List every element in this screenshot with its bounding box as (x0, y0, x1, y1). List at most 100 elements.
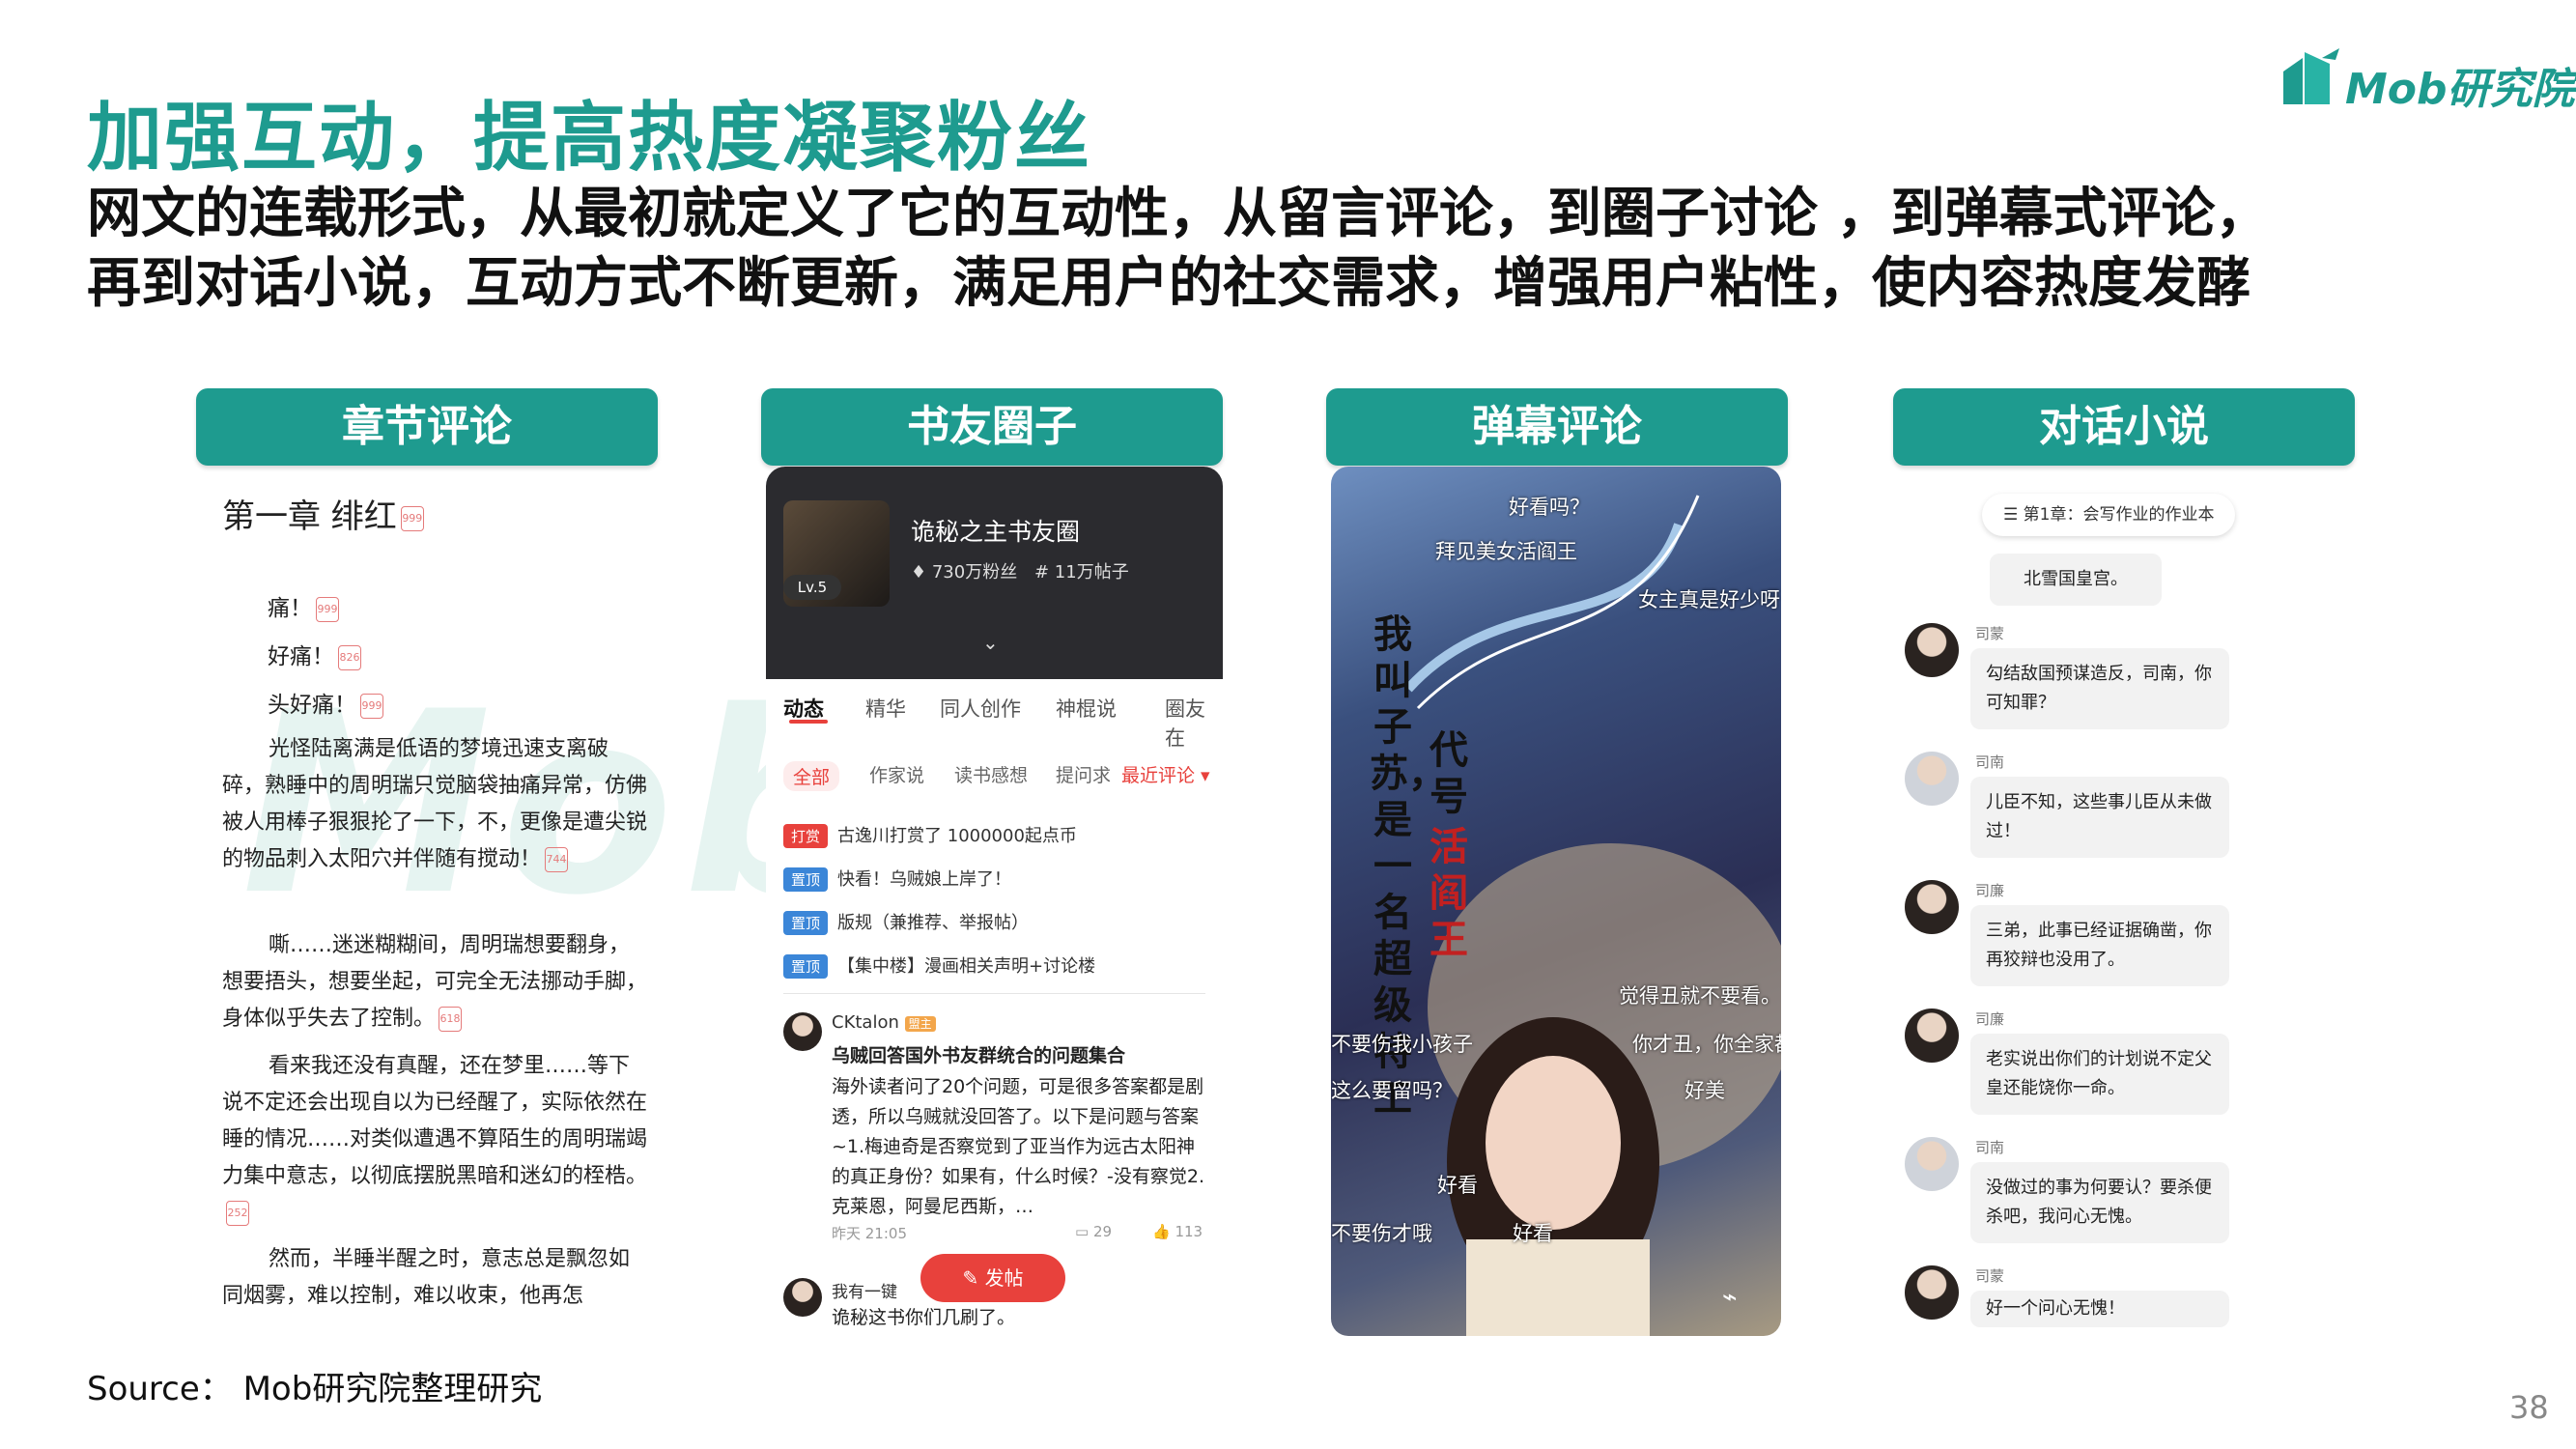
speaker-name: 司蒙 (1975, 625, 2005, 642)
comment-count-badge[interactable]: 618 (439, 1007, 463, 1032)
tab-fan-creation[interactable]: 同人创作 (940, 694, 1021, 723)
card-chapter-comments: 章节评论 (196, 388, 658, 466)
pinned-item[interactable]: 置顶 快看！乌贼娘上岸了！ (783, 866, 1011, 892)
speaker-name: 司南 (1975, 753, 2005, 771)
chevron-down-icon[interactable]: ⌄ (982, 631, 999, 654)
avatar[interactable] (1905, 1265, 1959, 1320)
mob-logo: Mob研究院 (2279, 46, 2575, 114)
pinned-item[interactable]: 打赏 古逸川打赏了 1000000起点币 (783, 822, 1077, 848)
filter-questions[interactable]: 提问求 (1056, 761, 1111, 787)
slide-subtitle: 网文的连载形式，从最初就定义了它的互动性，从留言评论，到圈子讨论 ，到弹幕式评论… (87, 180, 2482, 319)
danmaku-comment: 你才丑，你全家都 (1632, 1033, 1781, 1056)
danmaku-comment: 不要伤我小孩子 (1331, 1033, 1473, 1056)
danmaku-toggle-icon[interactable]: ⌁ (1722, 1283, 1738, 1312)
post-time: 昨天 21:05 (832, 1225, 907, 1242)
tab-dynamic[interactable]: 动态 (783, 694, 824, 723)
danmaku-comment: 好美 (1684, 1079, 1725, 1102)
danmaku-comment: 女主真是好少呀 (1638, 588, 1780, 611)
text-line: 好痛！ 826 (268, 644, 361, 670)
chat-bubble: 儿臣不知，这些事儿臣从未做过！ (1970, 777, 2229, 858)
avatar[interactable] (1905, 1009, 1959, 1063)
paragraph: 然而，半睡半醒之时，意志总是飘忽如同烟雾，难以控制，难以收束，他再怎 (222, 1247, 631, 1308)
speaker-name: 司蒙 (1975, 1267, 2005, 1285)
pencil-icon: ✎ (962, 1266, 985, 1290)
danmaku-comment: 拜见美女活阎王 (1435, 540, 1577, 563)
chat-bubble: 三弟，此事已经证据确凿，你再狡辩也没用了。 (1970, 905, 2229, 986)
card-chat-novel: 对话小说 (1893, 388, 2355, 466)
post-body: 海外读者问了20个问题，可是很多答案都是剧透，所以乌贼就没回答了。以下是问题与答… (832, 1076, 1204, 1217)
chapter-comment-screen: 第一章 绯红 999 痛！ 999 好痛！ 826 头好痛！ 999 光怪陆离满是低语的… (198, 478, 647, 1319)
comment-button[interactable]: ▭ 29 (1075, 1223, 1112, 1240)
tab-featured[interactable]: 精华 (865, 694, 906, 723)
page-number: 38 (2509, 1389, 2549, 1426)
chat-bubble: 好一个问心无愧！ (1970, 1291, 2229, 1327)
comment-icon: ▭ (1075, 1223, 1090, 1240)
circle-name: 诡秘之主书友圈 (911, 518, 1081, 546)
comment-count-badge[interactable]: 999 (400, 505, 424, 531)
speaker-name: 司廉 (1975, 1010, 2005, 1028)
vertical-caption-right: 代号 (1430, 728, 1468, 819)
chat-novel-screen: ☰ 第1章：会写作业的作业本 北雪国皇宫。 司蒙 勾结敌国预谋造反，司南，你可知… (1893, 478, 2279, 1328)
comment-count-badge[interactable]: 826 (338, 644, 361, 670)
speaker-name: 司廉 (1975, 882, 2005, 899)
narration-bubble: 北雪国皇宫。 (1990, 554, 2162, 606)
paragraph: 嘶……迷迷糊糊间，周明瑞想要翻身，想要捂头，想要坐起，可完全无法挪动手脚，身体似… (222, 933, 648, 1032)
vertical-caption-right-red: 活阎王 (1430, 825, 1468, 962)
level-badge: Lv.5 (783, 575, 841, 600)
source-note: Source： Mob研究院整理研究 (87, 1370, 543, 1408)
new-post-button[interactable]: ✎ 发帖 (920, 1254, 1065, 1302)
pin-tag: 打赏 (783, 824, 829, 848)
subtitle-line-1: 网文的连载形式，从最初就定义了它的互动性，从留言评论，到圈子讨论 ，到弹幕式评论… (87, 183, 2270, 245)
chat-bubble: 勾结敌国预谋造反，司南，你可知罪？ (1970, 648, 2229, 729)
speaker-name: 司南 (1975, 1139, 2005, 1156)
author-badge: 盟主 (904, 1016, 936, 1032)
paragraph: 光怪陆离满是低语的梦境迅速支离破碎，熟睡中的周明瑞只觉脑袋抽痛异常，仿佛被人用棒… (222, 737, 648, 872)
pinned-item[interactable]: 置顶 【集中楼】漫画相关声明+讨论楼 (783, 952, 1095, 979)
filter-reading-notes[interactable]: 读书感想 (954, 761, 1028, 787)
slide-title: 加强互动，提高热度凝聚粉丝 (87, 95, 1092, 182)
danmaku-comment: 好看 (1513, 1222, 1553, 1245)
subtitle-line-2: 再到对话小说，互动方式不断更新，满足用户的社交需求，增强用户粘性，使内容热度发酵 (87, 252, 2250, 315)
danmaku-comment: 好看吗？ (1509, 496, 1590, 519)
filter-all[interactable]: 全部 (783, 761, 840, 791)
pinned-item[interactable]: 置顶 版规（兼推荐、举报帖） (783, 909, 1029, 935)
comment-count-badge[interactable]: 999 (316, 596, 339, 622)
danmaku-comment: 不要伤才哦 (1331, 1222, 1432, 1245)
avatar[interactable] (1905, 623, 1959, 677)
chat-bubble: 老实说出你们的计划说不定父皇还能饶你一命。 (1970, 1034, 2229, 1115)
paragraph: 看来我还没有真醒，还在梦里……等下说不定还会出现自以为已经醒了，实际依然在睡的情… (222, 1048, 647, 1232)
post-author[interactable]: 我有一键 (832, 1278, 897, 1302)
post-title[interactable]: 乌贼回答国外书友群统合的问题集合 (832, 1041, 1213, 1071)
posts-count: # 11万帖子 (1034, 562, 1129, 582)
chapter-pill[interactable]: ☰ 第1章：会写作业的作业本 (1982, 494, 2236, 536)
danmaku-comment: 好看 (1437, 1174, 1478, 1197)
danmaku-comment: 这么要留吗？ (1331, 1079, 1453, 1102)
card-danmaku: 弹幕评论 (1326, 388, 1788, 466)
card-book-circle: 书友圈子 (761, 388, 1223, 466)
like-button[interactable]: 👍 113 (1152, 1223, 1203, 1240)
avatar[interactable] (783, 1278, 822, 1317)
pin-tag: 置顶 (783, 954, 829, 979)
avatar[interactable] (1905, 752, 1959, 806)
post-author[interactable]: CKtalon 盟主 (832, 1012, 936, 1033)
tab-theories[interactable]: 神棍说 (1056, 694, 1117, 723)
post-body: 诡秘这书你们几刷了。 (832, 1307, 1016, 1326)
circle-header: Lv.5 诡秘之主书友圈 ♦ 730万粉丝 # 11万帖子 ⌄ (766, 467, 1223, 679)
pin-tag: 置顶 (783, 867, 829, 892)
comment-count-badge[interactable]: 744 (545, 847, 569, 872)
logo-text: Mob研究院 (2345, 65, 2575, 114)
danmaku-comment: 觉得丑就不要看。 (1619, 984, 1781, 1008)
comment-count-badge[interactable]: 999 (360, 693, 383, 719)
text-line: 痛！ 999 (268, 596, 339, 622)
chapter-title: 第一章 绯红 999 (222, 497, 424, 536)
sort-recent-comments[interactable]: 最近评论 ▾ (1121, 761, 1210, 787)
comment-count-badge[interactable]: 252 (226, 1201, 249, 1226)
filter-author[interactable]: 作家说 (869, 761, 924, 787)
active-tab-indicator (789, 720, 828, 724)
building-icon (2283, 48, 2339, 104)
tab-friends[interactable]: 圈友在 (1165, 694, 1223, 752)
avatar[interactable] (1905, 880, 1959, 934)
divider (783, 993, 1205, 994)
avatar[interactable] (783, 1012, 822, 1051)
avatar[interactable] (1905, 1137, 1959, 1191)
